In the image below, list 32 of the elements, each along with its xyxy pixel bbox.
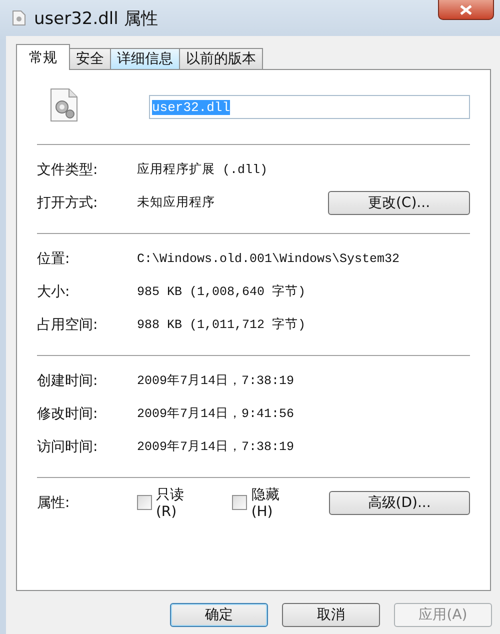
advanced-button[interactable]: 高级(D)... — [328, 490, 470, 514]
property-label: 创建时间: — [37, 372, 99, 390]
property-label: 修改时间: — [37, 404, 99, 422]
property-value: 应用程序扩展 (.dll) — [137, 162, 269, 178]
attribute-checkbox[interactable]: 隐藏(H) — [232, 486, 301, 520]
dialog-button[interactable]: 确定 — [170, 603, 268, 627]
property-value: 未知应用程序 — [137, 194, 216, 211]
dialog-button[interactable]: 取消 — [282, 603, 380, 627]
property-label: 大小: — [37, 282, 71, 300]
property-label: 占用空间: — [37, 316, 99, 334]
window-title: user32.dll 属性 — [34, 8, 158, 30]
property-value: 2009年7月14日，7:38:19 — [137, 439, 296, 455]
tab[interactable]: 常规 — [16, 44, 70, 70]
property-label: 访问时间: — [37, 438, 99, 456]
tab[interactable]: 安全 — [69, 48, 111, 70]
property-label: 打开方式: — [37, 194, 99, 212]
change-button[interactable]: 更改(C)... — [328, 190, 470, 214]
close-icon — [460, 4, 472, 14]
attribute-checkbox[interactable]: 只读(R) — [137, 486, 204, 520]
property-label: 位置: — [37, 250, 71, 268]
settings-file-icon — [49, 88, 79, 122]
property-value: 2009年7月14日，9:41:56 — [137, 406, 296, 422]
property-value: C:\Windows.old.001\Windows\System32 — [137, 252, 401, 266]
property-value: 2009年7月14日，7:38:19 — [137, 373, 296, 389]
attributes-label: 属性: — [37, 494, 71, 512]
property-value: 988 KB (1,011,712 字节) — [137, 316, 307, 333]
tab[interactable]: 以前的版本 — [179, 48, 263, 70]
property-value: 985 KB (1,008,640 字节) — [137, 284, 307, 300]
property-label: 文件类型: — [37, 160, 99, 178]
close-button[interactable] — [438, 0, 494, 20]
file-icon — [12, 10, 26, 26]
tab[interactable]: 详细信息 — [110, 48, 180, 70]
